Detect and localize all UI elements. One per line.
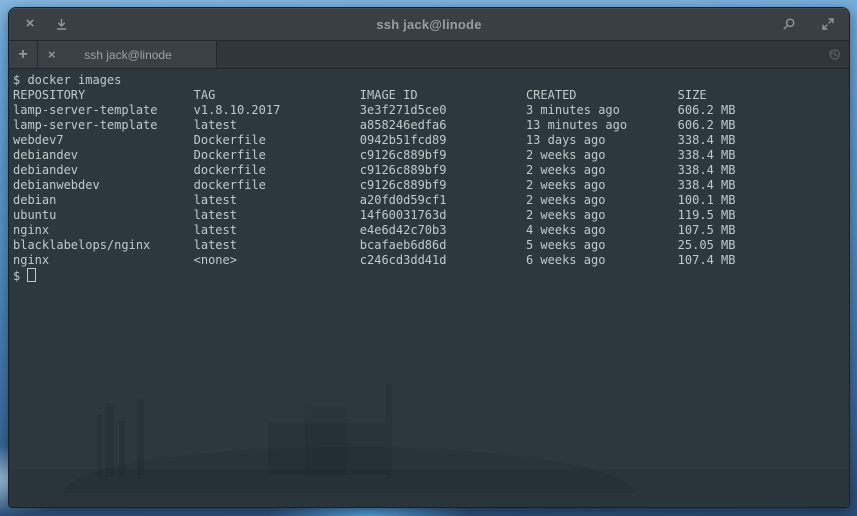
wallpaper-silhouette xyxy=(105,403,114,477)
history-button[interactable] xyxy=(819,41,849,68)
plus-icon: + xyxy=(18,47,27,63)
search-icon xyxy=(782,17,796,31)
window-title: ssh jack@linode xyxy=(9,17,849,32)
terminal-window: × ssh jack@linode xyxy=(8,7,850,508)
terminal-cursor xyxy=(27,268,36,282)
tab-label: ssh jack@linode xyxy=(64,48,192,62)
wallpaper-silhouette xyxy=(9,469,849,507)
popin-icon xyxy=(55,18,68,31)
desktop-wallpaper: × ssh jack@linode xyxy=(0,0,857,516)
new-tab-button[interactable]: + xyxy=(9,41,38,68)
close-window-button[interactable]: × xyxy=(21,15,39,33)
expand-icon xyxy=(821,17,835,31)
close-icon: × xyxy=(26,16,35,31)
tab-close-icon: × xyxy=(48,47,56,62)
tab-close-button[interactable]: × xyxy=(48,47,64,62)
history-icon xyxy=(827,47,842,62)
search-button[interactable] xyxy=(780,15,798,33)
terminal-output: $ docker images REPOSITORY TAG IMAGE ID … xyxy=(13,73,735,284)
terminal-screen[interactable]: $ docker images REPOSITORY TAG IMAGE ID … xyxy=(9,69,849,507)
tabbar: + × ssh jack@linode xyxy=(9,41,849,69)
expand-button[interactable] xyxy=(819,15,837,33)
tab-ssh-session[interactable]: × ssh jack@linode xyxy=(38,41,217,68)
move-tab-into-window-button[interactable] xyxy=(52,15,70,33)
titlebar[interactable]: × ssh jack@linode xyxy=(9,8,849,41)
wallpaper-silhouette xyxy=(97,415,102,477)
shell-prompt: $ xyxy=(13,269,20,283)
tabbar-spacer xyxy=(217,41,819,68)
